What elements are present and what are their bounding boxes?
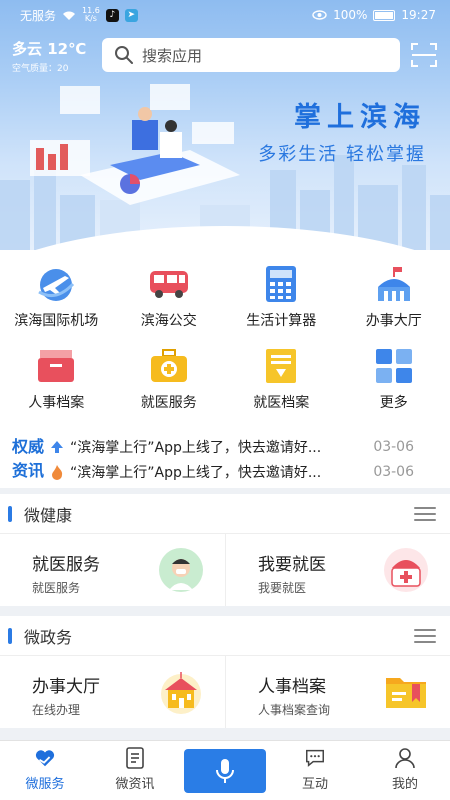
medical-record-icon — [259, 346, 303, 386]
nav-label: 微资讯 — [115, 777, 155, 792]
news-date: 03-06 — [373, 463, 414, 480]
grid-item-medical-service[interactable]: 就医服务 — [113, 346, 226, 412]
card-header: 微健康 — [0, 494, 450, 534]
search-icon — [115, 46, 133, 64]
scan-icon[interactable] — [410, 42, 438, 68]
eye-icon — [312, 10, 327, 20]
news-date: 03-06 — [373, 438, 414, 455]
grid-item-service-hall[interactable]: 办事大厅 — [338, 264, 450, 330]
archive-box-icon — [34, 346, 78, 386]
grid-item-bus[interactable]: 滨海公交 — [113, 264, 226, 330]
building-icon — [161, 672, 201, 714]
grid-item-airport[interactable]: 滨海国际机场 — [0, 264, 113, 330]
news-item[interactable]: “滨海掌上行”App上线了，快去邀请好... 03-06 — [48, 434, 450, 459]
gov-cell-personnel-archive[interactable]: 人事档案 人事档案查询 — [225, 656, 450, 728]
card-title: 微健康 — [24, 505, 73, 525]
menu-icon[interactable] — [414, 628, 436, 643]
nav-label: 互动 — [301, 777, 328, 792]
section-accent-bar — [8, 505, 12, 522]
news-tag-line: 资讯 — [12, 461, 45, 480]
gov-card: 微政务 办事大厅 在线办理 人事档案 人事档案查询 — [0, 616, 450, 728]
menu-icon[interactable] — [414, 506, 436, 521]
heart-hand-icon — [34, 747, 56, 769]
nav-interaction[interactable]: 互动 — [270, 741, 360, 800]
nav-label: 微服务 — [25, 777, 65, 792]
office-desk-illustration — [30, 84, 240, 205]
weather-summary: 多云 12℃ — [12, 40, 87, 58]
grid-item-more[interactable]: 更多 — [338, 346, 450, 412]
network-speed: 11.6 K/s — [82, 6, 100, 23]
calculator-icon — [259, 264, 303, 304]
grid-label: 滨海公交 — [140, 313, 197, 329]
nav-mine[interactable]: 我的 — [360, 741, 450, 800]
arrow-up-icon — [48, 440, 66, 454]
news-text: “滨海掌上行”App上线了，快去邀请好... — [70, 464, 322, 481]
bottom-navigation: 微服务 微资讯 互动 我的 — [0, 740, 450, 800]
folder-icon — [386, 678, 426, 708]
health-cell-medical-service[interactable]: 就医服务 就医服务 — [0, 534, 225, 606]
section-accent-bar — [8, 627, 12, 644]
grid-label: 更多 — [379, 395, 408, 411]
news-text: “滨海掌上行”App上线了，快去邀请好... — [70, 439, 322, 456]
search-input[interactable]: 搜索应用 — [102, 38, 400, 72]
fire-icon — [48, 464, 66, 480]
bus-icon — [147, 264, 191, 304]
weather-widget[interactable]: 多云 12℃ 空气质量：20 — [12, 38, 86, 74]
battery-percent: 100% — [333, 8, 368, 22]
medicine-bag-icon — [384, 548, 428, 592]
news-list: “滨海掌上行”App上线了，快去邀请好... 03-06 “滨海掌上行”App上… — [48, 434, 450, 484]
battery-icon — [373, 9, 396, 21]
hero-subtitle: 多彩生活 轻松掌握 — [258, 144, 426, 165]
hero-banner: 无服务 11.6 K/s ♪ ➤ 100% 19:27 多云 12℃ 空气质量：… — [0, 0, 450, 250]
status-bar: 无服务 11.6 K/s ♪ ➤ 100% 19:27 — [0, 0, 450, 30]
card-header: 微政务 — [0, 616, 450, 656]
air-quality: 空气质量：20 — [12, 64, 69, 74]
grid-label: 就医服务 — [140, 395, 197, 411]
gov-cell-service-hall[interactable]: 办事大厅 在线办理 — [0, 656, 225, 728]
nav-label: 我的 — [391, 777, 418, 792]
microphone-icon — [216, 759, 234, 783]
nav-micro-news[interactable]: 微资讯 — [90, 741, 180, 800]
health-cell-see-doctor[interactable]: 我要就医 我要就医 — [225, 534, 450, 606]
grid-label: 办事大厅 — [365, 313, 422, 329]
government-hall-icon — [372, 264, 416, 304]
grid-item-personnel-archive[interactable]: 人事档案 — [0, 346, 113, 412]
medical-kit-icon — [147, 346, 191, 386]
chat-bubble-icon — [304, 747, 326, 769]
grid-label: 人事档案 — [28, 395, 85, 411]
grid-label: 滨海国际机场 — [14, 313, 99, 329]
grid-item-calculator[interactable]: 生活计算器 — [225, 264, 338, 330]
nav-micro-service[interactable]: 微服务 — [0, 741, 90, 800]
person-icon — [394, 747, 416, 769]
document-icon — [124, 747, 146, 769]
news-item[interactable]: “滨海掌上行”App上线了，快去邀请好... 03-06 — [48, 459, 450, 484]
doctor-icon — [159, 548, 203, 592]
voice-button[interactable] — [184, 749, 266, 793]
news-tag-line: 权威 — [12, 437, 45, 456]
carrier-text: 无服务 — [20, 8, 57, 23]
card-title: 微政务 — [24, 627, 73, 647]
clock-time: 19:27 — [401, 8, 436, 22]
quick-services-grid: 滨海国际机场 滨海公交 生活计算器 办事大厅 人事档案 就医服务 就医档案 更多 — [0, 250, 450, 430]
health-card: 微健康 就医服务 就医服务 我要就医 我要就医 — [0, 494, 450, 606]
telegram-icon: ➤ — [124, 8, 138, 22]
grid-label: 就医档案 — [253, 395, 310, 411]
news-tag: 权威 资讯 — [0, 435, 48, 483]
wifi-icon — [63, 11, 76, 20]
more-grid-icon — [372, 346, 416, 386]
search-placeholder: 搜索应用 — [142, 46, 203, 65]
grid-label: 生活计算器 — [246, 313, 317, 329]
grid-item-medical-record[interactable]: 就医档案 — [225, 346, 338, 412]
news-ticker: 权威 资讯 “滨海掌上行”App上线了，快去邀请好... 03-06 “滨海掌上… — [0, 430, 450, 488]
airplane-icon — [34, 264, 78, 304]
hero-title: 掌上滨海 — [294, 102, 426, 133]
tiktok-icon: ♪ — [105, 8, 119, 22]
